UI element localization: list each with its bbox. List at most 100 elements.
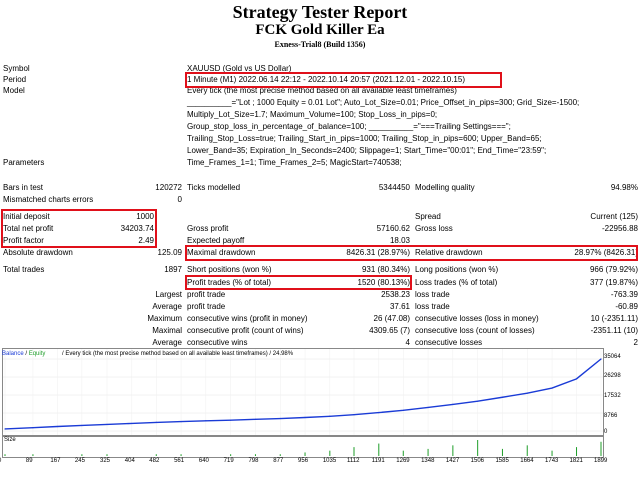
parameters-label: Parameters (3, 158, 45, 167)
size-bar (81, 454, 83, 456)
period-label: Period (3, 75, 27, 84)
largest-label: Largest (155, 290, 182, 299)
x-tick: 719 (223, 458, 234, 464)
spread-label: Spread (415, 212, 441, 221)
balance-point (551, 387, 553, 389)
max-cl-value: 10 (-2351.11) (590, 314, 638, 323)
average-label: Average (152, 302, 182, 311)
size-bar (452, 445, 454, 456)
size-bar (526, 445, 528, 456)
balance-chart (2, 348, 604, 436)
size-panel-svg (4, 440, 602, 456)
grossprofit-value: 57160.62 (376, 224, 410, 233)
legend-equity: Equity (28, 351, 46, 357)
legend-balance: Balance (2, 351, 24, 357)
trades-label: Total trades (3, 265, 45, 274)
largest-loss-value: -763.39 (610, 290, 638, 299)
mx-cl-value: -2351.11 (10) (590, 326, 638, 335)
x-tick: 1035 (322, 458, 337, 464)
y-tick: 26298 (604, 373, 621, 379)
x-tick: 1664 (520, 458, 534, 464)
deposit-highlight (1, 209, 157, 248)
balance-point (56, 425, 59, 428)
balance-point (452, 403, 454, 406)
ltrades-value: 377 (19.87%) (589, 278, 638, 287)
balance-point (477, 400, 479, 402)
size-bar (279, 454, 281, 456)
absdd-label: Absolute drawdown (3, 248, 73, 257)
x-tick: 245 (74, 458, 85, 464)
size-bar (600, 441, 602, 456)
balance-point (180, 420, 182, 423)
y-tick: 8766 (604, 413, 618, 419)
spread-value: Current (125) (590, 212, 638, 221)
maximum-label: Maximum (147, 314, 182, 323)
x-tick: 1899 (594, 458, 608, 464)
x-tick: 1506 (470, 458, 485, 464)
balance-point (254, 418, 257, 420)
ltrades-label: Loss trades (% of total) (415, 278, 498, 287)
largest-profit-label: profit trade (187, 290, 226, 299)
mx-cp-label: consecutive profit (count of wins) (187, 326, 304, 335)
report-build: Exness-Trial8 (Build 1356) (274, 40, 366, 49)
avg-cl-label: consecutive losses (415, 338, 483, 347)
x-tick: 1427 (445, 458, 460, 464)
param-line: Lower_Band=35; Expiration_In_Seconds=240… (187, 146, 547, 155)
size-bar (32, 454, 34, 456)
balance-point (526, 392, 528, 394)
size-bar (353, 447, 355, 456)
grossloss-value: -22956.88 (601, 224, 638, 233)
size-bar (106, 454, 108, 456)
absdd-value: 125.09 (157, 248, 182, 257)
x-tick: 89 (25, 458, 33, 464)
avg-cw-label: consecutive wins (187, 338, 248, 347)
x-tick: 1348 (421, 458, 435, 464)
long-label: Long positions (won %) (415, 265, 499, 274)
average-loss-value: -60.89 (615, 302, 638, 311)
size-bar (551, 450, 553, 456)
x-tick: 1112 (347, 458, 360, 464)
long-value: 966 (79.92%) (589, 265, 638, 274)
size-panel (2, 436, 604, 458)
avg-cw-value: 4 (405, 338, 410, 347)
average-loss-label: loss trade (415, 302, 450, 311)
balance-point (32, 427, 34, 429)
x-tick: 877 (273, 458, 284, 464)
trades-value: 1897 (164, 265, 182, 274)
size-bar (230, 454, 232, 456)
balance-point (4, 428, 6, 430)
x-tick: 1743 (545, 458, 559, 464)
ticks-value: 5344450 (378, 183, 410, 192)
balance-line (4, 358, 602, 430)
drawdown-highlight (185, 245, 638, 261)
balance-point (279, 417, 281, 420)
x-tick: 1585 (495, 458, 509, 464)
size-bar (304, 452, 306, 456)
size-bar (254, 454, 256, 456)
balance-point (106, 423, 108, 426)
x-tick: 1191 (371, 458, 385, 464)
mx-cp-value: 4309.65 (7) (369, 326, 410, 335)
ticks-label: Ticks modelled (187, 183, 241, 192)
balance-point (81, 424, 83, 427)
size-bar (501, 448, 503, 456)
mx-cl-label: consecutive loss (count of losses) (415, 326, 535, 335)
balance-point (353, 414, 355, 416)
x-tick: 798 (248, 458, 259, 464)
maximal-label: Maximal (152, 326, 182, 335)
mismatch-label: Mismatched charts errors (3, 195, 94, 204)
largest-loss-label: loss trade (415, 290, 450, 299)
quality-label: Modelling quality (415, 183, 475, 192)
chart-title-rest: / Every tick (the most precise method ba… (62, 351, 294, 357)
size-bar (402, 450, 404, 456)
size-bar (329, 450, 331, 456)
profit-trades-highlight (185, 275, 412, 290)
size-bar (576, 447, 578, 456)
x-tick: 0 (0, 458, 1, 464)
mismatch-value: 0 (177, 195, 182, 204)
quality-value: 94.98% (610, 183, 638, 192)
grossloss-label: Gross loss (415, 224, 453, 233)
size-bar (180, 454, 182, 456)
balance-point (131, 422, 133, 425)
balance-chart-svg (3, 349, 603, 435)
